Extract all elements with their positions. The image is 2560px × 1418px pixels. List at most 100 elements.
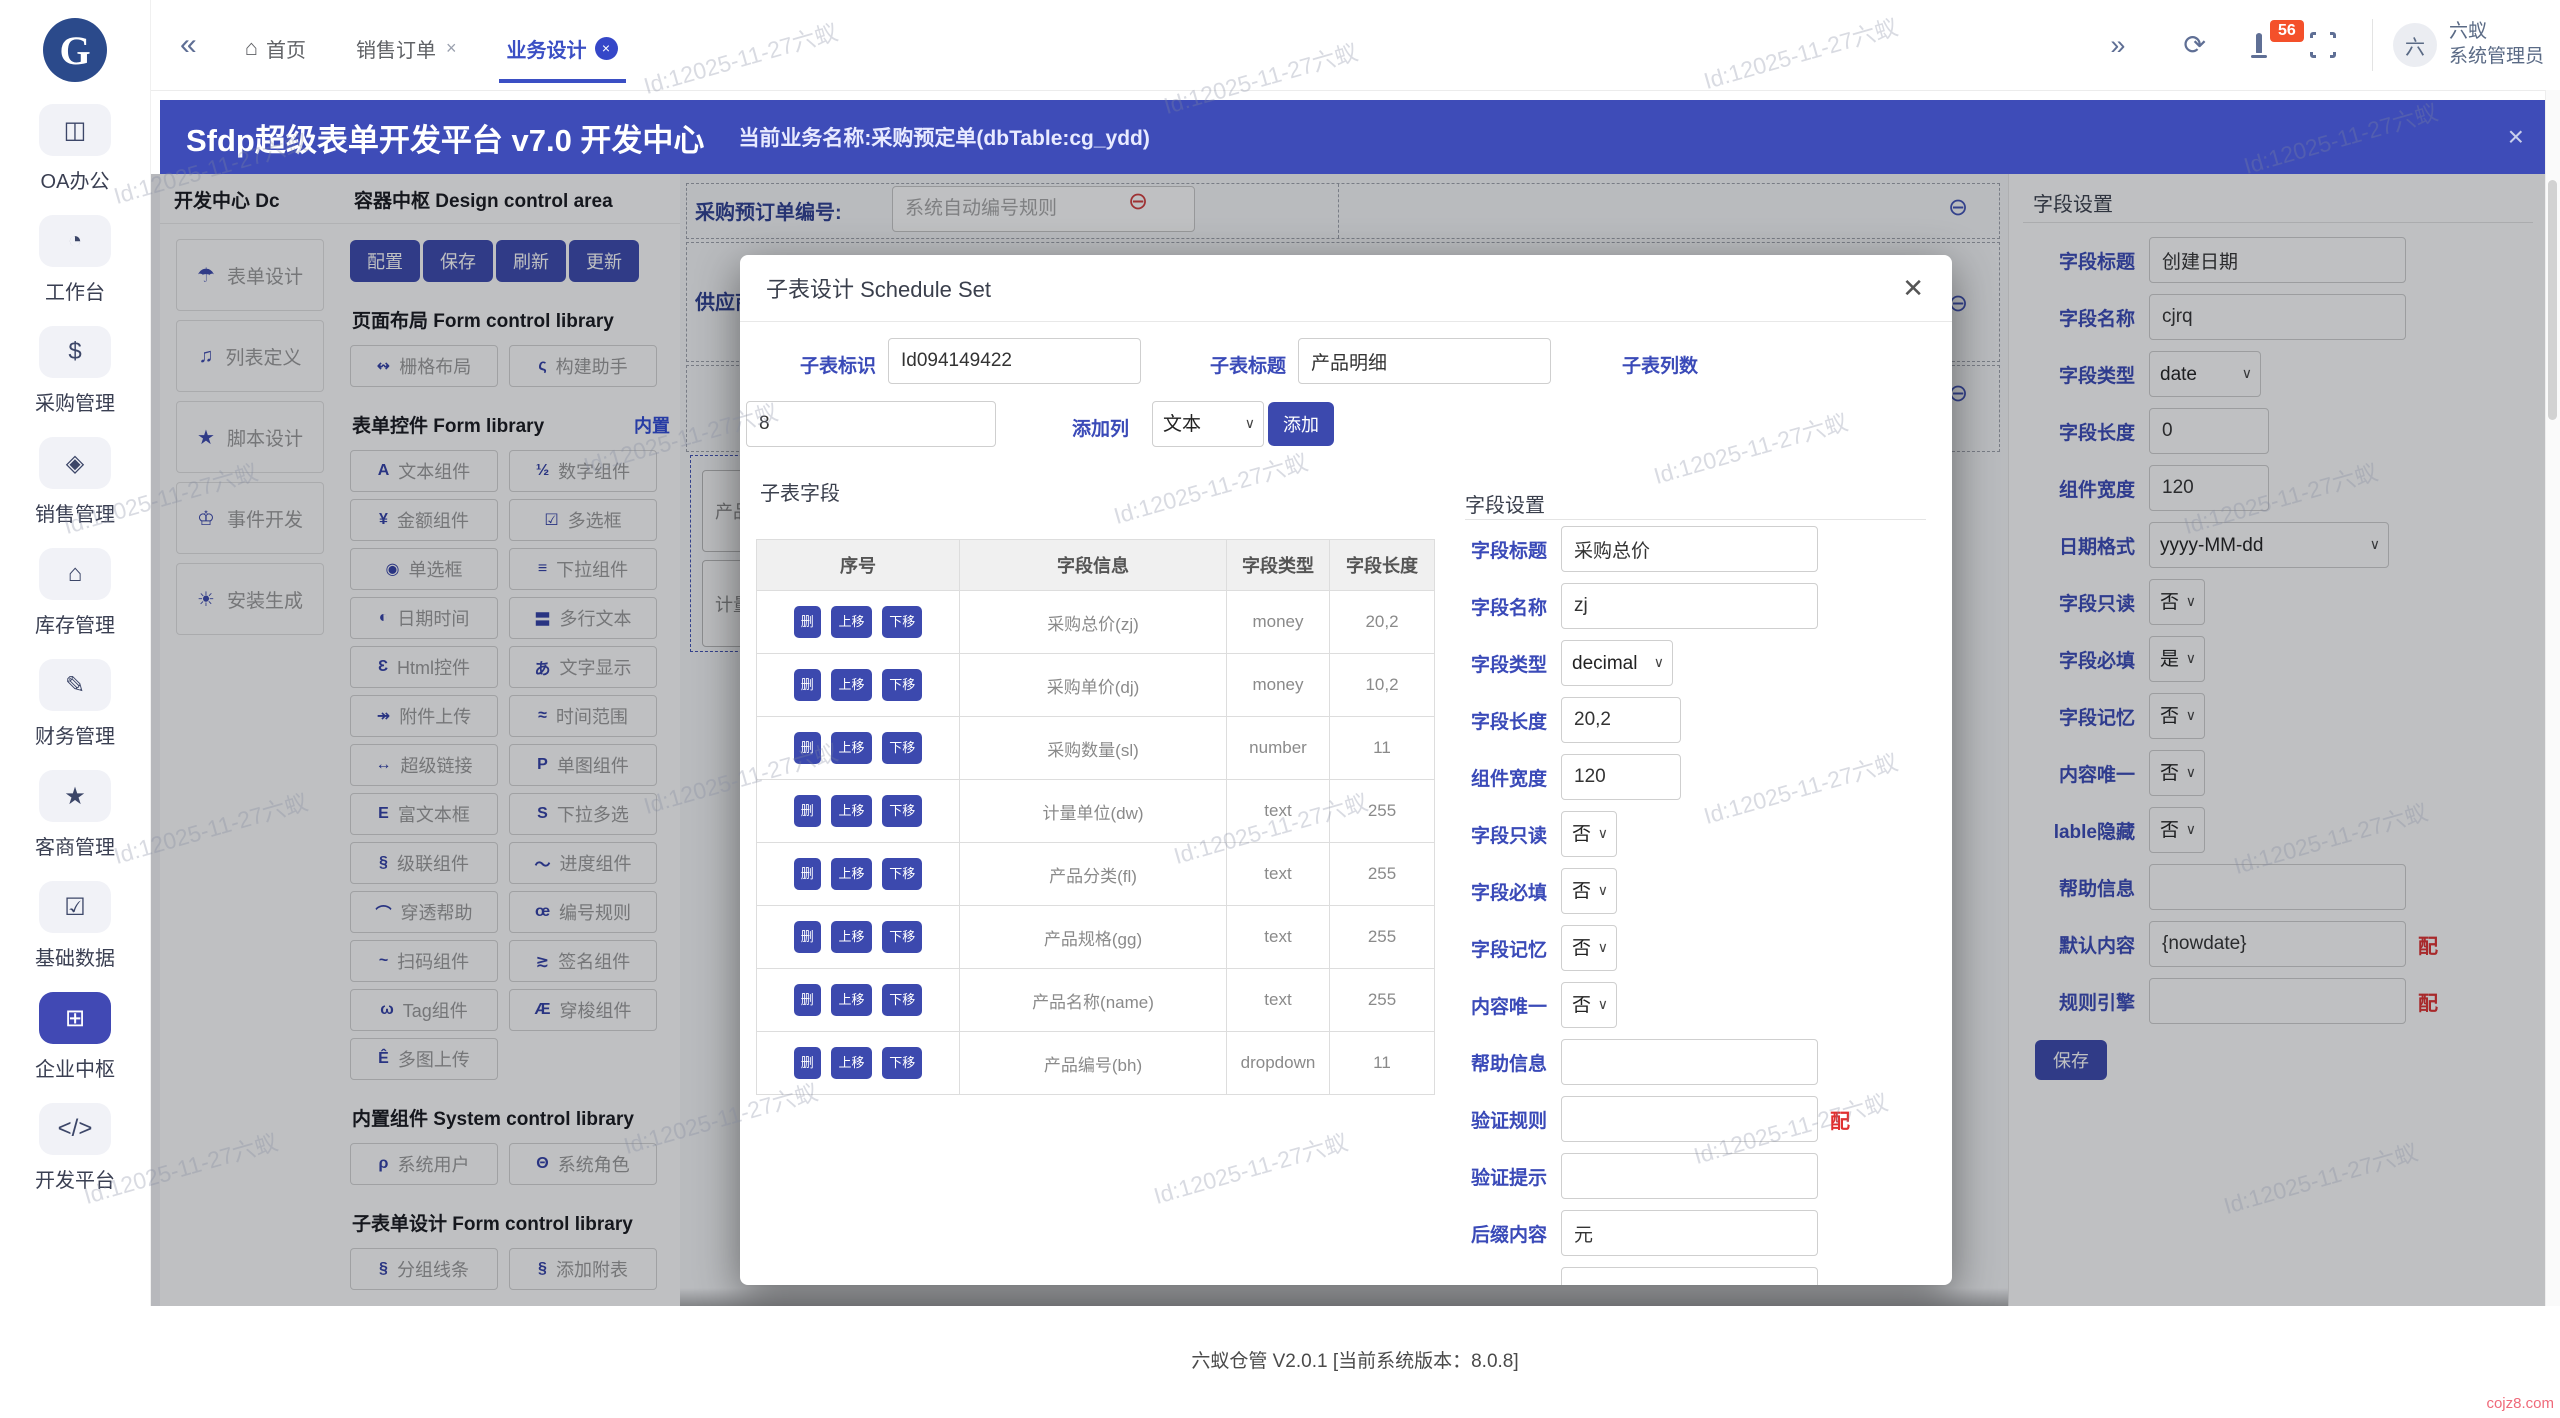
move-down-button[interactable]: 下移 [882, 795, 922, 827]
field-type-cell: money [1227, 591, 1330, 654]
move-up-button[interactable]: 上移 [831, 1047, 871, 1079]
move-up-button[interactable]: 上移 [831, 669, 871, 701]
page-scrollbar[interactable] [2545, 90, 2560, 1306]
col-length: 字段长度 [1330, 540, 1435, 591]
field-label: 组件宽度 [1465, 764, 1547, 791]
unique-select[interactable]: 否 [1561, 982, 1617, 1028]
tab-home[interactable]: ⌂ 首页 [237, 8, 314, 83]
move-up-button[interactable]: 上移 [831, 984, 871, 1016]
sidebar-item[interactable]: ✎ 财务管理 [35, 659, 115, 749]
close-designer-icon[interactable]: × [2508, 121, 2524, 153]
sidebar-item-icon: ⊞ [39, 992, 111, 1044]
expand-icon[interactable]: » [2110, 30, 2125, 61]
sidebar-item-icon: ◈ [39, 437, 111, 489]
help-info-input[interactable] [1561, 1039, 1818, 1085]
col-seq: 序号 [757, 540, 960, 591]
avatar[interactable]: 六 [2393, 23, 2437, 67]
field-type-cell: number [1227, 717, 1330, 780]
move-down-button[interactable]: 下移 [882, 732, 922, 764]
tab-sales-order[interactable]: 销售订单 × [348, 8, 465, 83]
sidebar: G ◫ OA办公 ◔ 工作台 $ 采购管理 ◈ 销售管理 ⌂ [0, 0, 151, 1418]
move-up-button[interactable]: 上移 [831, 606, 871, 638]
delete-row-button[interactable]: 删 [794, 1047, 821, 1079]
divider [1465, 519, 1926, 520]
sidebar-item-icon: </> [39, 1103, 111, 1155]
move-down-button[interactable]: 下移 [882, 1047, 922, 1079]
sidebar-item[interactable]: ⌂ 库存管理 [35, 548, 115, 638]
delete-row-button[interactable]: 删 [794, 732, 821, 764]
delete-row-button[interactable]: 删 [794, 669, 821, 701]
move-down-button[interactable]: 下移 [882, 669, 922, 701]
notifications-bell[interactable]: 56 [2256, 36, 2262, 54]
platform-title: Sfdp超级表单开发平台 v7.0 开发中心 [186, 115, 704, 160]
readonly-select[interactable]: 否 [1561, 811, 1617, 857]
field-length-cell: 255 [1330, 843, 1435, 906]
sidebar-item[interactable]: ☑ 基础数据 [35, 881, 115, 971]
sidebar-item[interactable]: ◈ 销售管理 [35, 437, 115, 527]
move-up-button[interactable]: 上移 [831, 858, 871, 890]
subtable-title-input[interactable] [1298, 338, 1551, 384]
move-down-button[interactable]: 下移 [882, 984, 922, 1016]
move-up-button[interactable]: 上移 [831, 921, 871, 953]
field-label: 字段只读 [1465, 821, 1547, 848]
field-label: 验证提示 [1465, 1163, 1547, 1190]
memory-select[interactable]: 否 [1561, 925, 1617, 971]
sidebar-item[interactable]: ◔ 工作台 [39, 215, 111, 305]
sidebar-item-label: 基础数据 [35, 942, 115, 971]
configure-link[interactable]: 配 [1830, 1105, 1850, 1134]
add-column-button[interactable]: 添加 [1268, 402, 1334, 446]
field-info-cell: 采购单价(dj) [960, 654, 1227, 717]
tab-business-design[interactable]: 业务设计 × [499, 8, 626, 83]
subtable-title-label: 子表标题 [1210, 351, 1286, 378]
fullscreen-icon[interactable] [2310, 32, 2336, 58]
scrollbar-thumb[interactable] [2548, 180, 2557, 420]
delete-row-button[interactable]: 删 [794, 795, 821, 827]
clipped-input[interactable] [1561, 1267, 1818, 1285]
required-select[interactable]: 否 [1561, 868, 1617, 914]
close-tab-icon[interactable]: × [595, 37, 618, 60]
user-role: 系统管理员 [2449, 45, 2544, 70]
refresh-icon[interactable]: ⟳ [2183, 30, 2206, 61]
delete-row-button[interactable]: 删 [794, 606, 821, 638]
move-up-button[interactable]: 上移 [831, 732, 871, 764]
collapse-sidebar-icon[interactable]: « [180, 28, 197, 62]
tab-label: 销售订单 [356, 34, 436, 63]
validation-rule-input[interactable] [1561, 1096, 1818, 1142]
user-name: 六蚁 [2449, 20, 2544, 45]
delete-row-button[interactable]: 删 [794, 921, 821, 953]
subtable-id-input[interactable] [888, 338, 1141, 384]
delete-row-button[interactable]: 删 [794, 984, 821, 1016]
validation-hint-input[interactable] [1561, 1153, 1818, 1199]
move-down-button[interactable]: 下移 [882, 606, 922, 638]
suffix-input[interactable] [1561, 1210, 1818, 1256]
close-tab-icon[interactable]: × [446, 38, 457, 59]
field-type-select[interactable]: decimal [1561, 640, 1673, 686]
delete-row-button[interactable]: 删 [794, 858, 821, 890]
field-length-input[interactable] [1561, 697, 1681, 743]
subtable-cols-input[interactable] [746, 401, 996, 447]
current-business-name: 当前业务名称:采购预定单(dbTable:cg_ydd) [738, 122, 1149, 152]
modal-close-icon[interactable]: ✕ [1902, 273, 1924, 304]
subtable-id-label: 子表标识 [800, 351, 876, 378]
table-row: 删 上移 下移 产品分类(fl) text 255 [757, 843, 1435, 906]
move-down-button[interactable]: 下移 [882, 921, 922, 953]
field-name-input[interactable] [1561, 583, 1818, 629]
component-width-input[interactable] [1561, 754, 1681, 800]
field-length-cell: 255 [1330, 780, 1435, 843]
field-title-input[interactable] [1561, 526, 1818, 572]
add-column-type-select[interactable]: 文本 [1152, 401, 1264, 447]
sidebar-item[interactable]: ◫ OA办公 [39, 104, 111, 194]
sidebar-item-icon: ◔ [39, 215, 111, 267]
sidebar-item[interactable]: </> 开发平台 [35, 1103, 115, 1193]
field-label: 字段必填 [1465, 878, 1547, 905]
sidebar-item[interactable]: $ 采购管理 [35, 326, 115, 416]
field-label: 字段名称 [1465, 593, 1547, 620]
field-info-cell: 产品编号(bh) [960, 1032, 1227, 1095]
field-type-cell: money [1227, 654, 1330, 717]
move-up-button[interactable]: 上移 [831, 795, 871, 827]
validation-rule-row: 验证规则 配 [1465, 1097, 1935, 1141]
move-down-button[interactable]: 下移 [882, 858, 922, 890]
user-info[interactable]: 六蚁 系统管理员 [2449, 20, 2544, 69]
sidebar-item[interactable]: ⊞ 企业中枢 [35, 992, 115, 1082]
sidebar-item[interactable]: ★ 客商管理 [35, 770, 115, 860]
